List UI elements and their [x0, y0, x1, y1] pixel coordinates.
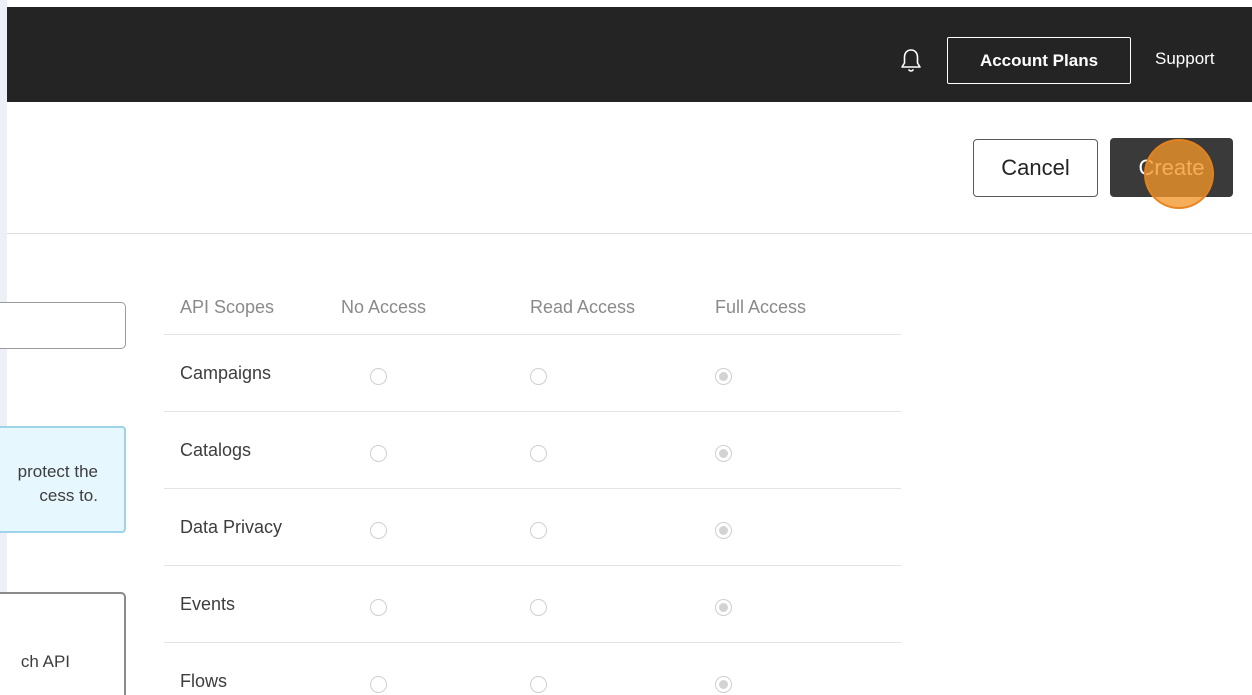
no-access-radio[interactable]: [370, 599, 387, 616]
column-header-api-scopes: API Scopes: [180, 297, 275, 317]
info-callout: protect the cess to.: [0, 426, 126, 533]
scope-name: Catalogs: [180, 440, 252, 460]
no-access-radio[interactable]: [370, 445, 387, 462]
account-plans-button[interactable]: Account Plans: [947, 37, 1131, 84]
no-access-radio[interactable]: [370, 522, 387, 539]
scope-row-data-privacy: Data Privacy: [164, 489, 901, 566]
api-key-name-input[interactable]: [0, 302, 126, 349]
scope-row-catalogs: Catalogs: [164, 412, 901, 489]
full-access-radio[interactable]: [715, 599, 732, 616]
full-access-radio[interactable]: [715, 522, 732, 539]
read-access-radio[interactable]: [530, 676, 547, 693]
read-access-radio[interactable]: [530, 445, 547, 462]
api-scopes-table: API Scopes No Access Read Access Full Ac…: [164, 287, 901, 695]
column-header-no-access: No Access: [341, 297, 427, 317]
no-access-radio[interactable]: [370, 368, 387, 385]
info-callout-line-1: protect the: [17, 462, 98, 481]
header-divider: [7, 233, 1252, 234]
info-callout-line-2: cess to.: [39, 486, 98, 505]
info-callout-text: protect the cess to.: [18, 460, 98, 508]
scope-name: Data Privacy: [180, 517, 283, 537]
column-header-full-access: Full Access: [715, 297, 807, 317]
bell-icon[interactable]: [899, 47, 923, 75]
read-access-radio[interactable]: [530, 368, 547, 385]
no-access-radio[interactable]: [370, 676, 387, 693]
api-key-info-text: ch API: [20, 652, 70, 671]
create-button[interactable]: Create: [1110, 138, 1233, 197]
scope-name: Campaigns: [180, 363, 272, 383]
cancel-button[interactable]: Cancel: [973, 139, 1098, 197]
scope-name: Flows: [180, 671, 228, 691]
full-access-radio[interactable]: [715, 445, 732, 462]
scope-row-events: Events: [164, 566, 901, 643]
api-key-info-box: ch API: [0, 592, 126, 695]
top-navigation-bar: Account Plans Support: [7, 7, 1252, 102]
full-access-radio[interactable]: [715, 676, 732, 693]
full-access-radio[interactable]: [715, 368, 732, 385]
read-access-radio[interactable]: [530, 522, 547, 539]
scope-row-campaigns: Campaigns: [164, 335, 901, 412]
column-header-read-access: Read Access: [530, 297, 636, 317]
support-link[interactable]: Support: [1155, 49, 1215, 69]
scope-row-flows: Flows: [164, 643, 901, 695]
read-access-radio[interactable]: [530, 599, 547, 616]
scopes-table-header: API Scopes No Access Read Access Full Ac…: [164, 287, 901, 335]
scope-name: Events: [180, 594, 236, 614]
